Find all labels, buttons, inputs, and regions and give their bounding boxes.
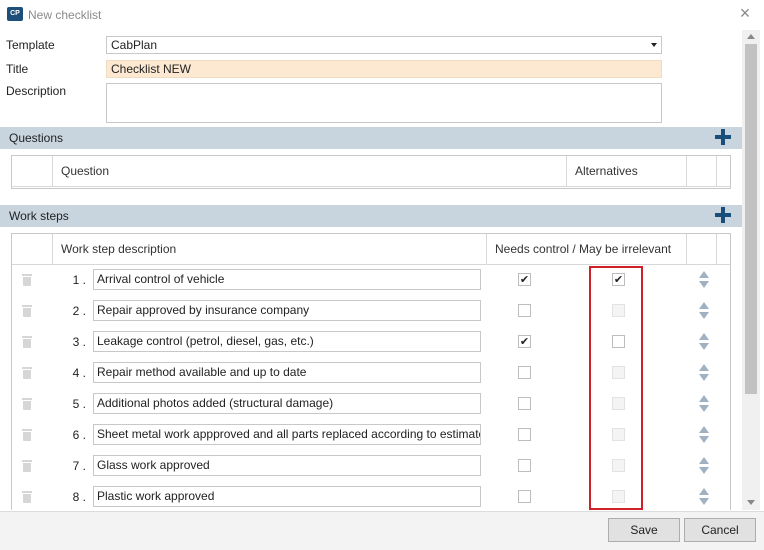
may-be-irrelevant-checkbox — [612, 459, 625, 472]
work-step-description-input[interactable]: Leakage control (petrol, diesel, gas, et… — [93, 331, 481, 352]
template-select[interactable]: CabPlan — [106, 36, 662, 54]
scroll-down-arrow-icon[interactable] — [747, 500, 755, 505]
questions-table: Question Alternatives — [11, 155, 731, 189]
chevron-down-icon — [651, 43, 657, 47]
needs-control-checkbox[interactable] — [518, 366, 531, 379]
may-be-irrelevant-checkbox — [612, 428, 625, 441]
reorder-arrows-icon[interactable] — [699, 333, 709, 351]
questions-header-spacer — [12, 156, 53, 186]
work-step-number: 6 . — [72, 428, 86, 442]
work-step-number: 1 . — [72, 273, 86, 287]
questions-section-header: Questions — [0, 127, 742, 149]
work-step-description-input[interactable]: Sheet metal work appproved and all parts… — [93, 424, 481, 445]
dialog-content: Template CabPlan Title Checklist NEW Des… — [0, 30, 742, 510]
work-step-description-column-header: Work step description — [53, 234, 487, 264]
may-be-irrelevant-checkbox — [612, 304, 625, 317]
work-step-row: 7 . Glass work approved — [12, 451, 730, 482]
trash-icon[interactable] — [22, 491, 32, 503]
work-step-number: 8 . — [72, 490, 86, 504]
trash-icon[interactable] — [22, 367, 32, 379]
needs-control-irrelevant-column-header: Needs control / May be irrelevant — [487, 234, 687, 264]
work-steps-table: Work step description Needs control / Ma… — [11, 233, 731, 510]
work-steps-table-header: Work step description Needs control / Ma… — [12, 234, 730, 265]
work-step-number: 5 . — [72, 397, 86, 411]
needs-control-checkbox[interactable] — [518, 490, 531, 503]
work-step-number: 3 . — [72, 335, 86, 349]
trash-icon[interactable] — [22, 398, 32, 410]
reorder-arrows-icon[interactable] — [699, 302, 709, 320]
description-field[interactable] — [106, 83, 662, 123]
needs-control-checkbox[interactable] — [518, 397, 531, 410]
title-field[interactable]: Checklist NEW — [106, 60, 662, 78]
questions-section-title: Questions — [9, 131, 64, 145]
vertical-scrollbar[interactable] — [742, 30, 760, 510]
title-label: Title — [6, 62, 29, 76]
trash-icon[interactable] — [22, 274, 32, 286]
needs-control-checkbox[interactable]: ✔ — [518, 273, 531, 286]
work-step-row: 1 . Arrival control of vehicle ✔ ✔ — [12, 265, 730, 296]
work-step-row: 6 . Sheet metal work appproved and all pa… — [12, 420, 730, 451]
save-button[interactable]: Save — [608, 518, 680, 542]
work-step-number: 7 . — [72, 459, 86, 473]
work-steps-header-spacer — [12, 234, 53, 264]
reorder-arrows-icon[interactable] — [699, 395, 709, 413]
trash-icon[interactable] — [22, 336, 32, 348]
work-step-number: 2 . — [72, 304, 86, 318]
needs-control-checkbox[interactable]: ✔ — [518, 335, 531, 348]
work-step-row: 5 . Additional photos added (structural d… — [12, 389, 730, 420]
work-steps-header-spacer-right — [687, 234, 717, 264]
needs-control-checkbox[interactable] — [518, 304, 531, 317]
work-step-description-input[interactable]: Repair method available and up to date — [93, 362, 481, 383]
may-be-irrelevant-checkbox[interactable] — [612, 335, 625, 348]
needs-control-checkbox[interactable] — [518, 459, 531, 472]
may-be-irrelevant-checkbox — [612, 366, 625, 379]
app-logo-icon: CP — [7, 7, 23, 21]
work-step-row: 8 . Plastic work approved — [12, 482, 730, 510]
work-step-description-input[interactable]: Additional photos added (structural dama… — [93, 393, 481, 414]
work-step-description-input[interactable]: Repair approved by insurance company — [93, 300, 481, 321]
may-be-irrelevant-checkbox — [612, 490, 625, 503]
add-question-plus-icon[interactable] — [714, 128, 732, 146]
work-step-row: 4 . Repair method available and up to dat… — [12, 358, 730, 389]
dialog-footer: Save Cancel — [0, 511, 764, 550]
scrollbar-thumb[interactable] — [745, 44, 757, 394]
trash-icon[interactable] — [22, 429, 32, 441]
cancel-button[interactable]: Cancel — [684, 518, 756, 542]
reorder-arrows-icon[interactable] — [699, 271, 709, 289]
reorder-arrows-icon[interactable] — [699, 488, 709, 506]
description-label: Description — [6, 84, 67, 98]
question-column-header: Question — [53, 156, 567, 186]
questions-header-spacer-right — [687, 156, 717, 186]
needs-control-checkbox[interactable] — [518, 428, 531, 441]
reorder-arrows-icon[interactable] — [699, 364, 709, 382]
reorder-arrows-icon[interactable] — [699, 426, 709, 444]
work-step-row: 3 . Leakage control (petrol, diesel, gas,… — [12, 327, 730, 358]
scroll-up-arrow-icon[interactable] — [747, 34, 755, 39]
work-step-row: 2 . Repair approved by insurance company — [12, 296, 730, 327]
may-be-irrelevant-checkbox[interactable]: ✔ — [612, 273, 625, 286]
title-bar: CP New checklist × — [0, 0, 764, 30]
work-steps-section-title: Work steps — [9, 209, 69, 223]
questions-table-header: Question Alternatives — [12, 156, 730, 187]
work-steps-section-header: Work steps — [0, 205, 742, 227]
work-step-description-input[interactable]: Plastic work approved — [93, 486, 481, 507]
close-icon[interactable]: × — [736, 4, 754, 22]
may-be-irrelevant-checkbox — [612, 397, 625, 410]
trash-icon[interactable] — [22, 460, 32, 472]
window-title: New checklist — [28, 8, 102, 22]
add-work-step-plus-icon[interactable] — [714, 206, 732, 224]
work-step-number: 4 . — [72, 366, 86, 380]
work-step-description-input[interactable]: Arrival control of vehicle — [93, 269, 481, 290]
work-step-description-input[interactable]: Glass work approved — [93, 455, 481, 476]
alternatives-column-header: Alternatives — [567, 156, 687, 186]
template-value: CabPlan — [111, 38, 158, 52]
reorder-arrows-icon[interactable] — [699, 457, 709, 475]
trash-icon[interactable] — [22, 305, 32, 317]
template-label: Template — [6, 38, 55, 52]
